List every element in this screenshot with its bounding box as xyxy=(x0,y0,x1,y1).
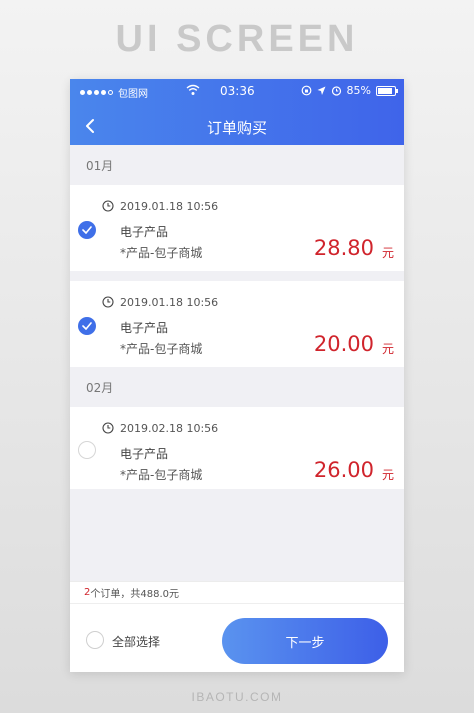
top-bar: 包图网 03:36 85% 订单购买 xyxy=(70,79,404,145)
check-icon xyxy=(82,226,92,234)
order-shop: *产品-包子商城 xyxy=(120,342,203,356)
order-time: 2019.02.18 10:56 xyxy=(120,422,219,435)
order-price: 20.00 xyxy=(313,332,374,356)
order-price-unit: 元 xyxy=(381,342,394,356)
alarm-icon xyxy=(331,86,341,96)
order-shop: *产品-包子商城 xyxy=(120,468,203,482)
order-time: 2019.01.18 10:56 xyxy=(120,200,219,213)
clock-icon xyxy=(102,296,114,308)
footer-brand: IBAOTU.COM xyxy=(191,690,283,704)
nav-bar: 订单购买 xyxy=(70,109,404,143)
clock-icon xyxy=(102,200,114,212)
order-time: 2019.01.18 10:56 xyxy=(120,296,219,309)
battery-percent: 85% xyxy=(346,84,371,97)
order-product-name: 电子产品 xyxy=(120,447,169,461)
order-shop: *产品-包子商城 xyxy=(120,246,203,260)
order-checkbox-unchecked[interactable] xyxy=(78,441,96,459)
status-bar: 包图网 03:36 85% xyxy=(70,79,404,103)
order-price-unit: 元 xyxy=(381,468,394,482)
battery-icon xyxy=(376,85,398,96)
location-icon xyxy=(317,86,326,95)
next-step-button[interactable]: 下一步 xyxy=(222,618,388,664)
order-summary: 2 个订单，共488.0元 xyxy=(70,581,404,603)
select-all-label[interactable]: 全部选择 xyxy=(112,633,160,650)
clock-icon xyxy=(102,422,114,434)
order-product-name: 电子产品 xyxy=(120,321,169,335)
order-checkbox-checked[interactable] xyxy=(78,317,96,335)
rotation-lock-icon xyxy=(301,85,311,96)
order-price-unit: 元 xyxy=(381,246,394,260)
poster-title: UI SCREEN xyxy=(115,18,359,60)
order-price: 28.80 xyxy=(313,236,374,260)
section-header-jan: 01月 xyxy=(86,158,114,173)
check-icon xyxy=(82,322,92,330)
order-product-name: 电子产品 xyxy=(120,225,169,239)
wifi-icon xyxy=(186,84,200,95)
phone-screen: 包图网 03:36 85% 订单购买 01月 2019.01.18 10:56 … xyxy=(70,79,404,672)
order-checkbox-checked[interactable] xyxy=(78,221,96,239)
order-card[interactable]: 2019.01.18 10:56 电子产品 *产品-包子商城 20.00 元 xyxy=(70,281,404,367)
page-title: 订单购买 xyxy=(206,119,267,137)
order-card[interactable]: 2019.01.18 10:56 电子产品 *产品-包子商城 28.80 元 xyxy=(70,185,404,271)
section-header-feb: 02月 xyxy=(86,380,114,395)
order-summary-text: 个订单，共488.0元 xyxy=(90,589,180,600)
carrier-name: 包图网 xyxy=(118,89,148,100)
order-price: 26.00 xyxy=(313,458,374,482)
signal-icon xyxy=(80,90,113,95)
status-right: 85% xyxy=(301,84,398,97)
status-left: 包图网 xyxy=(80,85,148,100)
select-all-checkbox[interactable] xyxy=(86,631,104,649)
bottom-action-bar: 全部选择 下一步 xyxy=(70,603,404,672)
status-time: 03:36 xyxy=(220,84,255,98)
order-card[interactable]: 2019.02.18 10:56 电子产品 *产品-包子商城 26.00 元 xyxy=(70,407,404,489)
